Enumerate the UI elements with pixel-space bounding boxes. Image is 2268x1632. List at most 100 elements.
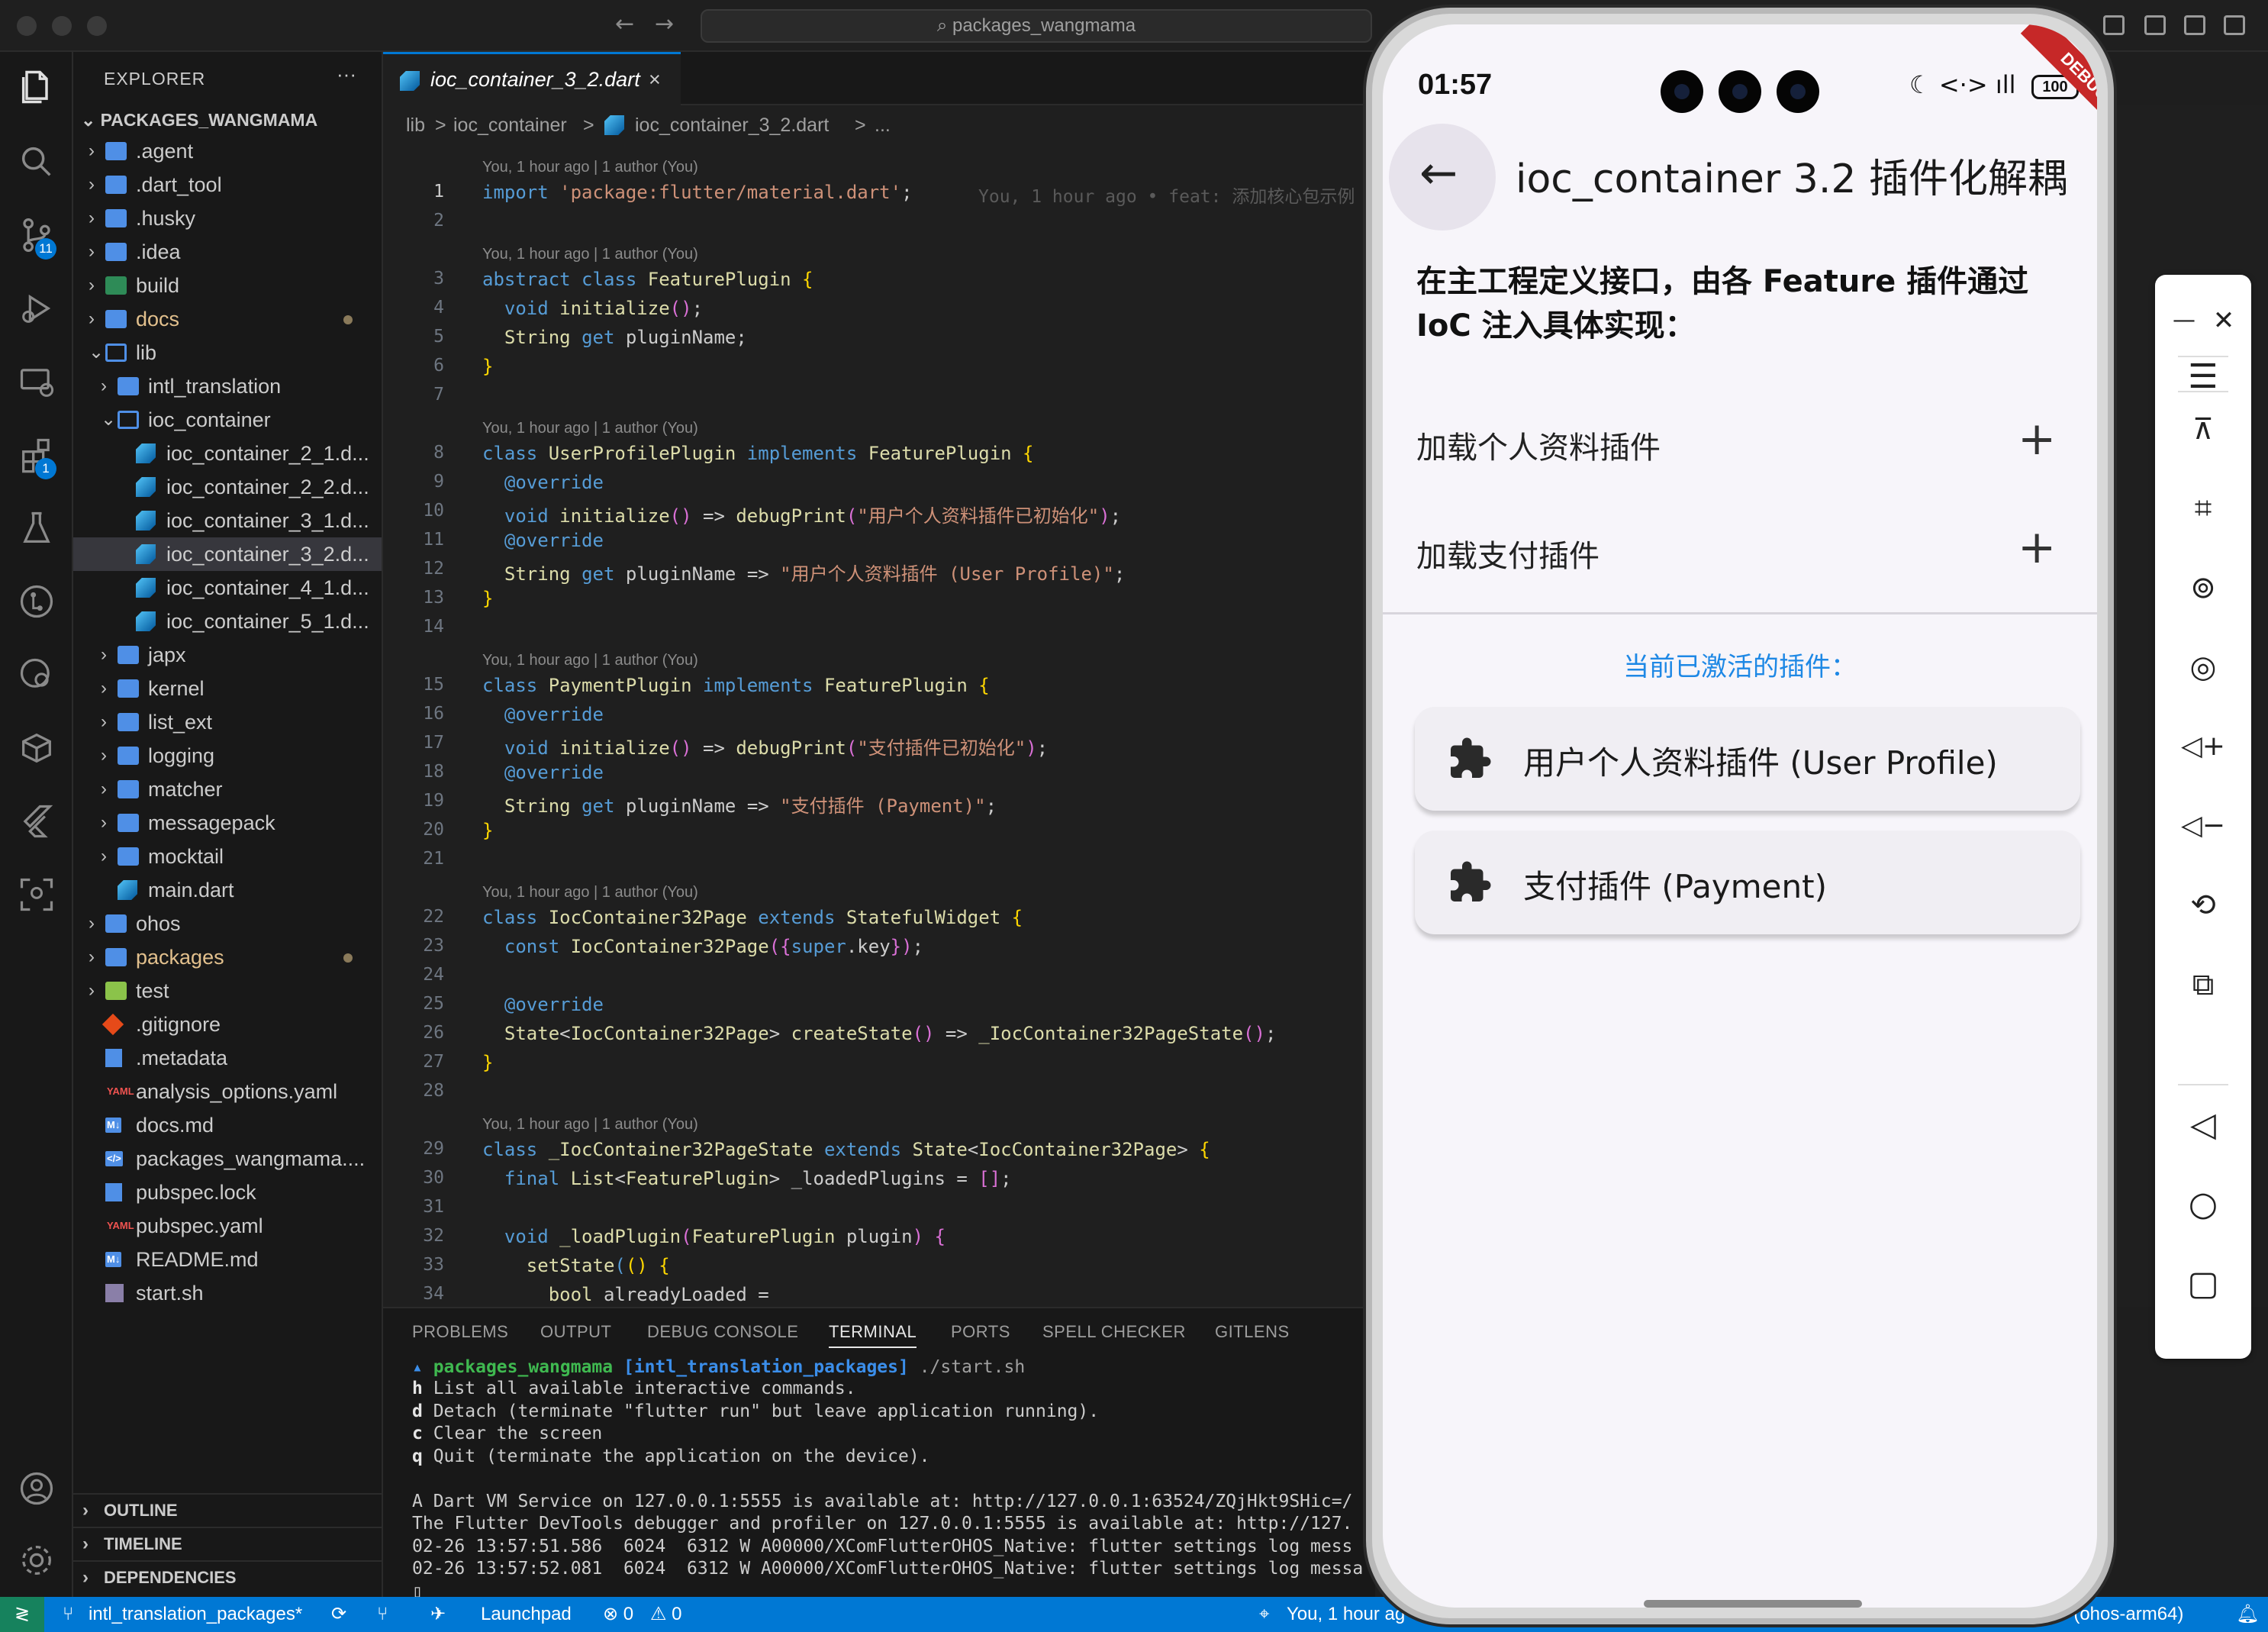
multi-device-icon[interactable]: ⧉ [2180, 962, 2226, 1008]
tree-item[interactable]: YAML analysis_options.yaml [73, 1075, 382, 1108]
code-line[interactable]: void initialize() => debugPrint("支付插件已初始… [482, 733, 1048, 760]
code-line[interactable]: } [482, 1052, 493, 1073]
tree-item[interactable]: › .husky [73, 202, 382, 235]
code-line[interactable]: @override [482, 994, 604, 1015]
tab-debug-console[interactable]: DEBUG CONSOLE [647, 1322, 798, 1342]
plugin-card-payment[interactable]: 支付插件 (Payment) [1415, 831, 2080, 934]
close-emulator-button[interactable]: ✕ [2201, 298, 2247, 343]
code-line[interactable]: void initialize(); [482, 298, 703, 319]
tree-item[interactable]: ioc_container_4_1.d... [73, 571, 382, 605]
layout-toggle-icon[interactable] [2103, 15, 2125, 35]
tree-item[interactable]: ioc_container_3_2.d... [73, 537, 382, 571]
plugin-card-user-profile[interactable]: 用户个人资料插件 (User Profile) [1415, 707, 2080, 811]
tree-item[interactable]: M↓ README.md [73, 1243, 382, 1276]
screenshot-icon[interactable]: ◎ [2180, 644, 2226, 690]
code-line[interactable]: @override [482, 762, 604, 783]
code-line[interactable]: class UserProfilePlugin implements Featu… [482, 443, 1034, 464]
app-back-button[interactable]: ← [1389, 124, 1496, 231]
tree-item[interactable]: pubspec.lock [73, 1176, 382, 1209]
panel-toggle-icon[interactable] [2184, 15, 2205, 35]
breadcrumb-file[interactable]: ioc_container_3_2.dart [635, 105, 829, 145]
back-arrow-icon[interactable]: ← [615, 11, 634, 37]
testing-icon[interactable] [17, 508, 56, 548]
codelens-blame[interactable]: You, 1 hour ago | 1 author (You) [482, 159, 698, 176]
code-line[interactable]: } [482, 588, 493, 609]
tree-item[interactable]: ioc_container_2_1.d... [73, 437, 382, 470]
remote-explorer-icon[interactable] [17, 362, 56, 402]
tree-item[interactable]: › ohos [73, 907, 382, 940]
home-indicator[interactable] [1644, 1600, 1862, 1608]
load-payment-plugin-button[interactable]: 加载支付插件 + [1383, 498, 2097, 606]
outline-section[interactable]: › OUTLINE [73, 1493, 382, 1527]
source-control-icon[interactable]: 11 [17, 215, 56, 260]
tree-item[interactable]: M↓ docs.md [73, 1108, 382, 1142]
minimize-window-button[interactable] [52, 16, 72, 36]
status-warnings[interactable]: ⚠ 0 [650, 1597, 682, 1632]
tree-item[interactable]: › .dart_tool [73, 168, 382, 202]
tab-problems[interactable]: PROBLEMS [412, 1322, 508, 1342]
tree-item[interactable]: › intl_translation [73, 369, 382, 403]
code-line[interactable]: class PaymentPlugin implements FeaturePl… [482, 675, 990, 696]
breadcrumb-symbol[interactable]: ... [875, 105, 891, 145]
volume-up-icon[interactable]: ◁+ [2180, 724, 2226, 769]
rotate-device-icon[interactable]: ⟲ [2180, 882, 2226, 928]
gitlens-inspect-icon[interactable] [17, 655, 56, 695]
tree-item[interactable]: › messagepack [73, 806, 382, 840]
tree-item[interactable]: › packages [73, 940, 382, 974]
explorer-more-actions-button[interactable]: ··· [337, 63, 356, 86]
breadcrumb-lib[interactable]: lib [406, 105, 425, 145]
code-line[interactable]: String get pluginName => "支付插件 (Payment)… [482, 791, 997, 818]
code-line[interactable]: } [482, 820, 493, 841]
crop-icon[interactable]: ⌗ [2180, 485, 2226, 531]
sync-icon[interactable]: ⟳ [331, 1597, 346, 1632]
breadcrumb-ioc-container[interactable]: ioc_container [453, 105, 567, 145]
launchpad-icon[interactable]: ✈ [430, 1597, 446, 1632]
notifications-bell-icon[interactable]: 🔔︎ [2236, 1597, 2259, 1632]
pin-off-icon[interactable]: ⊼ [2180, 406, 2226, 452]
explorer-icon[interactable] [17, 67, 56, 107]
dependencies-section[interactable]: › DEPENDENCIES [73, 1560, 382, 1594]
volume-down-icon[interactable]: ◁− [2180, 803, 2226, 849]
status-branch[interactable]: intl_translation_packages* [89, 1597, 302, 1632]
tree-item[interactable]: ⌄ ioc_container [73, 403, 382, 437]
code-line[interactable]: String get pluginName => "用户个人资料插件 (User… [482, 559, 1125, 585]
codelens-blame[interactable]: You, 1 hour ago | 1 author (You) [482, 1116, 698, 1134]
tree-item[interactable]: › list_ext [73, 705, 382, 739]
menu-icon[interactable]: ☰ [2180, 354, 2226, 400]
terminal[interactable]: ▴ packages_wangmama [intl_translation_pa… [383, 1354, 1375, 1601]
tree-item[interactable]: </> packages_wangmama.... [73, 1142, 382, 1176]
tree-item[interactable]: › kernel [73, 672, 382, 705]
code-line[interactable]: String get pluginName; [482, 327, 747, 348]
code-line[interactable]: void initialize() => debugPrint("用户个人资料插… [482, 501, 1121, 527]
codelens-blame[interactable]: You, 1 hour ago | 1 author (You) [482, 246, 698, 263]
code-line[interactable]: setState(() { [482, 1255, 670, 1276]
account-icon[interactable] [17, 1469, 56, 1508]
tab-gitlens[interactable]: GITLENS [1215, 1322, 1290, 1342]
phone-screen[interactable]: 01:57 ☾ <·> ıll 100 DEBUG ← ioc_containe… [1383, 24, 2097, 1608]
codelens-blame[interactable]: You, 1 hour ago | 1 author (You) [482, 884, 698, 901]
remote-indicator[interactable]: ≷ [0, 1597, 44, 1632]
code-line[interactable]: void _loadPlugin(FeaturePlugin plugin) { [482, 1226, 946, 1247]
code-line[interactable]: @override [482, 530, 604, 551]
forward-arrow-icon[interactable]: → [655, 11, 674, 37]
tree-item[interactable]: › mocktail [73, 840, 382, 873]
back-nav-icon[interactable]: ◁ [2180, 1102, 2226, 1148]
tab-terminal[interactable]: TERMINAL [829, 1322, 917, 1348]
status-launchpad[interactable]: Launchpad [481, 1597, 572, 1632]
gitlens-icon[interactable] [17, 582, 56, 621]
extensions-icon[interactable]: 1 [17, 435, 56, 479]
recents-nav-icon[interactable]: ▢ [2180, 1261, 2226, 1307]
tree-item[interactable]: ioc_container_5_1.d... [73, 605, 382, 638]
close-window-button[interactable] [17, 16, 37, 36]
tree-item[interactable]: ioc_container_3_1.d... [73, 504, 382, 537]
tree-item[interactable]: › build [73, 269, 382, 302]
secondary-sidebar-toggle-icon[interactable] [2224, 15, 2245, 35]
codelens-blame[interactable]: You, 1 hour ago | 1 author (You) [482, 420, 698, 437]
code-line[interactable]: import 'package:flutter/material.dart'; [482, 182, 913, 203]
flutter-icon[interactable] [17, 801, 56, 841]
command-center-search[interactable]: ⌕ packages_wangmama [701, 9, 1372, 43]
run-debug-icon[interactable] [17, 289, 56, 328]
tree-item[interactable]: ioc_container_2_2.d... [73, 470, 382, 504]
code-line[interactable]: @override [482, 704, 604, 725]
tree-item[interactable]: › logging [73, 739, 382, 772]
